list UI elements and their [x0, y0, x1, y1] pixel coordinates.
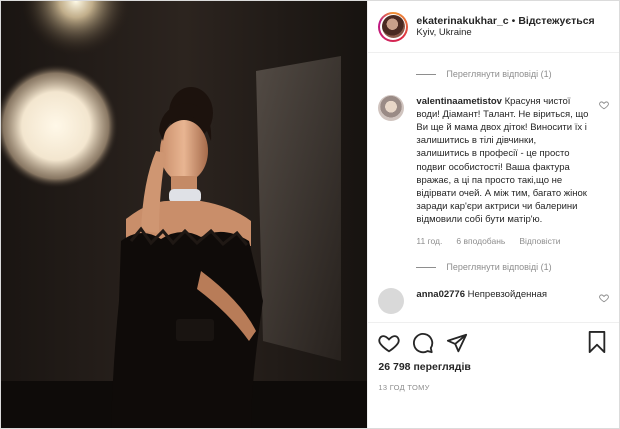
- view-replies-label-2: Переглянути відповіді (1): [446, 262, 552, 273]
- comment-body-2: anna02776 Непревзойденная: [416, 288, 591, 314]
- username-link[interactable]: ekaterinakukhar_c: [416, 15, 508, 27]
- comment-like-heart-icon[interactable]: [599, 97, 609, 115]
- comment-text-block-2: anna02776 Непревзойденная: [416, 288, 591, 301]
- view-replies-button[interactable]: Переглянути відповіді (1): [416, 67, 609, 81]
- avatar-frame: [380, 13, 407, 40]
- comment-text: Красуня чистої води! Діамант! Талант. Не…: [416, 96, 589, 225]
- comment-item-2: anna02776 Непревзойденная: [378, 288, 609, 315]
- comment-text-2: Непревзойденная: [467, 289, 548, 301]
- commenter-username[interactable]: valentinaametistov: [416, 96, 502, 107]
- commenter-username-2[interactable]: anna02776: [416, 289, 465, 300]
- separator-dot: •: [511, 14, 516, 27]
- commenter-avatar-2[interactable]: [378, 288, 405, 315]
- reply-button[interactable]: Відповісти: [519, 236, 560, 246]
- following-button[interactable]: Відстежується: [518, 15, 594, 27]
- bookmark-icon[interactable]: [587, 331, 607, 358]
- comment-likes[interactable]: 6 вподобань: [456, 236, 505, 246]
- post-photo[interactable]: [1, 1, 368, 428]
- comment-text-block: valentinaametistov Красуня чистої води! …: [416, 95, 591, 226]
- replies-line: [416, 73, 437, 75]
- avatar[interactable]: [378, 11, 409, 42]
- comment-icon[interactable]: [412, 332, 434, 354]
- comment-body: valentinaametistov Красуня чистої води! …: [416, 95, 591, 246]
- view-count[interactable]: 26 798 переглядів: [378, 361, 609, 373]
- comment-meta: 11 год. 6 вподобань Відповісти: [416, 236, 591, 246]
- replies-line-2: [416, 266, 437, 268]
- post-actions: 26 798 переглядів 13 ГОД ТОМУ: [368, 322, 619, 428]
- comment-item: valentinaametistov Красуня чистої води! …: [378, 95, 609, 246]
- comments-list[interactable]: Переглянути відповіді (1) valentinaameti…: [368, 53, 619, 322]
- post-sidebar: ekaterinakukhar_c • Відстежується Kyiv, Uk…: [367, 1, 619, 428]
- location-link[interactable]: Kyiv, Ukraine: [416, 27, 594, 38]
- view-replies-label: Переглянути відповіді (1): [446, 69, 552, 79]
- header-text: ekaterinakukhar_c • Відстежується Kyiv, Uk…: [416, 15, 594, 39]
- action-icons: [378, 331, 609, 355]
- avatar-image: [381, 15, 405, 38]
- comment-like-heart-icon-2[interactable]: [599, 290, 609, 308]
- view-replies-button-2[interactable]: Переглянути відповіді (1): [416, 260, 609, 274]
- commenter-avatar[interactable]: [378, 95, 405, 121]
- photo-illustration: [1, 1, 368, 428]
- post-header: ekaterinakukhar_c • Відстежується Kyiv, Uk…: [368, 1, 619, 53]
- heart-icon[interactable]: [378, 332, 401, 354]
- instagram-post: ekaterinakukhar_c • Відстежується Kyiv, Uk…: [0, 0, 620, 429]
- header-top-line: ekaterinakukhar_c • Відстежується: [416, 15, 594, 28]
- comment-time[interactable]: 11 год.: [416, 236, 442, 246]
- post-timestamp[interactable]: 13 ГОД ТОМУ: [378, 383, 609, 392]
- share-icon[interactable]: [446, 332, 468, 354]
